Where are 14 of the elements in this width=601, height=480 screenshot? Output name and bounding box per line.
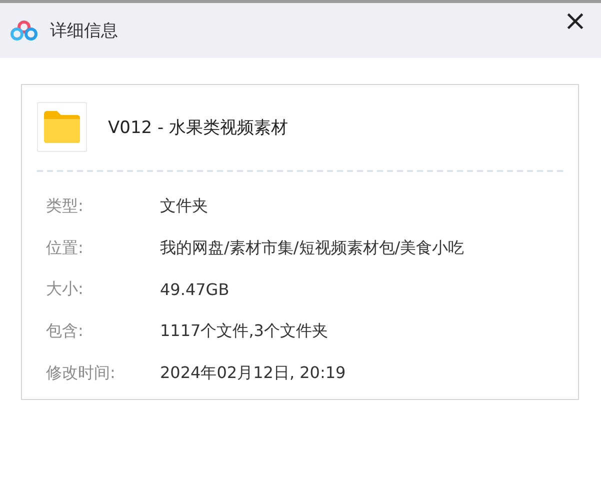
file-name: V012 - 水果类视频素材 [108, 116, 288, 138]
detail-label: 包含: [45, 321, 84, 342]
detail-label: 大小: [45, 279, 84, 300]
folder-icon [37, 102, 87, 152]
detail-label: 位置: [45, 238, 84, 259]
detail-value: 2024年02月12日, 20:19 [160, 362, 346, 384]
detail-value: 49.47GB [160, 280, 230, 300]
detail-value: 1117个文件,3个文件夹 [160, 321, 328, 342]
detail-label: 类型: [45, 196, 84, 218]
detail-label: 修改时间: [45, 362, 116, 384]
window-title: 详细信息 [50, 20, 118, 42]
detail-value: 文件夹 [160, 196, 208, 218]
detail-value: 我的网盘/素材市集/短视频素材包/美食小吃 [160, 238, 464, 259]
close-button[interactable]: × [560, 7, 591, 35]
